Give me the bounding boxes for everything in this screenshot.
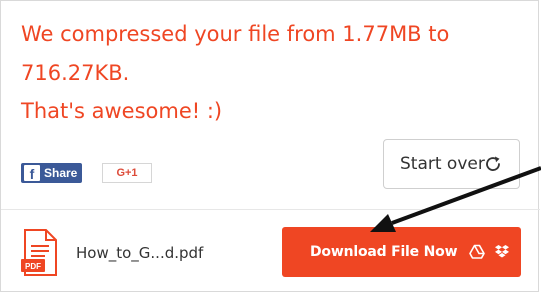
divider bbox=[1, 209, 540, 210]
download-label: Download File Now bbox=[310, 244, 458, 260]
start-over-button[interactable]: Start over bbox=[383, 139, 520, 189]
pdf-file-icon: PDF bbox=[21, 229, 57, 276]
result-panel: We compressed your file from 1.77MB to 7… bbox=[0, 0, 540, 292]
google-plus-button[interactable]: G+1 bbox=[102, 163, 152, 183]
dropbox-icon[interactable] bbox=[494, 244, 510, 260]
refresh-icon bbox=[486, 156, 500, 171]
download-file-button[interactable]: Download File Now bbox=[282, 227, 521, 277]
facebook-icon: f bbox=[24, 165, 40, 181]
compression-message: We compressed your file from 1.77MB to 7… bbox=[21, 15, 491, 131]
google-plus-label: G+1 bbox=[116, 167, 138, 179]
message-line-2: 716.27KB. bbox=[21, 60, 130, 85]
pdf-badge-text: PDF bbox=[25, 262, 41, 271]
google-drive-icon[interactable] bbox=[469, 244, 485, 260]
message-line-1: We compressed your file from 1.77MB to bbox=[21, 22, 450, 46]
message-line-3: That's awesome! :) bbox=[21, 99, 223, 123]
facebook-share-label: Share bbox=[44, 166, 78, 180]
facebook-share-button[interactable]: f Share bbox=[21, 163, 82, 183]
file-name: How_to_G...d.pdf bbox=[76, 244, 204, 262]
start-over-label: Start over bbox=[400, 154, 485, 174]
